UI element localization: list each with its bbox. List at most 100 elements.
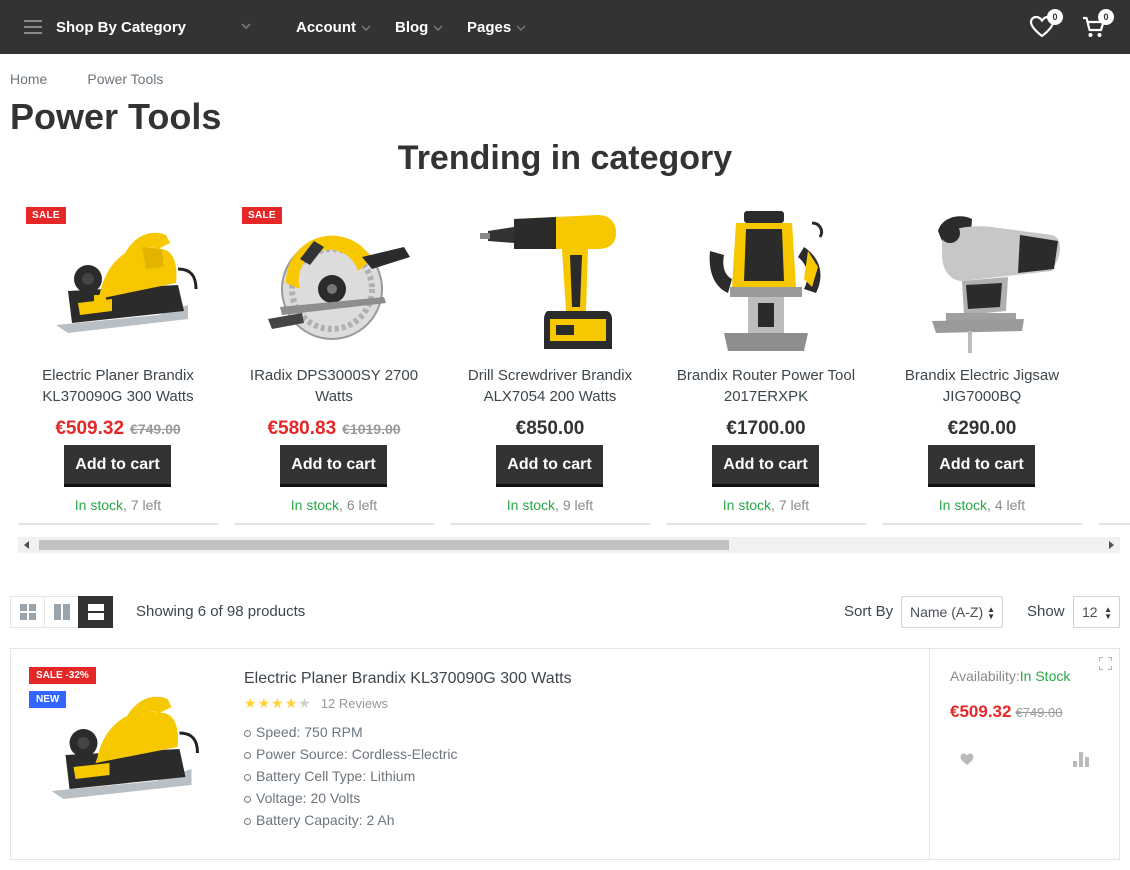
nav-blog-label: Blog <box>395 18 429 36</box>
add-to-cart-button[interactable]: Add to cart <box>928 445 1035 487</box>
product-card: Brandix Electric Jigsaw JIG7000BQ €290.0… <box>882 197 1082 525</box>
heart-icon[interactable] <box>960 753 974 766</box>
router-power-tool-image[interactable] <box>686 207 846 357</box>
product-price: €290.00 <box>882 418 1082 440</box>
products-count-text: Showing 6 of 98 products <box>136 603 306 620</box>
old-price: €1019.00 <box>342 421 401 437</box>
add-to-cart-button[interactable]: Add to cart <box>496 445 603 487</box>
column-divider <box>929 649 930 859</box>
compare-icon[interactable] <box>1073 752 1089 767</box>
star-filled-icon: ★ <box>244 695 257 711</box>
product-card: SALE Electric Planer Brandix KL370090G 3… <box>18 197 218 525</box>
carousel-scrollbar[interactable] <box>18 537 1120 553</box>
nav-pages[interactable]: Pages <box>467 0 526 54</box>
breadcrumb: Home Power Tools <box>10 71 163 87</box>
nav-blog[interactable]: Blog <box>395 0 443 54</box>
stock-left-label: , 4 left <box>987 497 1026 513</box>
stock-left-label: , 9 left <box>555 497 594 513</box>
sale-badge: SALE <box>26 207 66 224</box>
product-name[interactable]: Brandix Electric Jigsaw JIG7000BQ <box>882 365 1082 407</box>
stock-status-label: In stock <box>722 497 772 513</box>
breadcrumb-current: Power Tools <box>87 71 164 87</box>
feature-item: Voltage: 20 Volts <box>244 787 458 809</box>
product-card: SALE IRadix DPS3000SY 2700 Watts €580.83… <box>234 197 434 525</box>
price: €290.00 <box>947 418 1017 439</box>
stock-left-label: , 6 left <box>339 497 378 513</box>
star-filled-icon: ★ <box>257 695 271 711</box>
wishlist-count-badge: 0 <box>1047 9 1063 25</box>
availability-label: Availability: <box>950 668 1020 684</box>
page-title: Power Tools <box>10 96 222 137</box>
nav-pages-label: Pages <box>467 18 512 36</box>
nav-account[interactable]: Account <box>296 0 371 54</box>
electric-planer-image[interactable] <box>38 207 198 357</box>
sale-price: €580.83 <box>267 418 337 439</box>
scrollbar-thumb[interactable] <box>39 540 729 550</box>
product-price: €509.32 €749.00 <box>18 418 218 440</box>
electric-planer-image[interactable] <box>37 693 202 813</box>
product-price: €509.32 €749.00 <box>950 702 1062 722</box>
product-price: €580.83 €1019.00 <box>234 418 434 440</box>
product-name[interactable]: Electric Planer Brandix KL370090G 300 Wa… <box>244 670 572 688</box>
feature-item: Battery Cell Type: Lithium <box>244 765 458 787</box>
sort-select[interactable]: Name (A-Z) ▲ ▼ <box>901 596 1003 628</box>
menu-icon <box>24 20 42 34</box>
add-to-cart-button[interactable]: Add to cart <box>64 445 171 487</box>
scroll-left-arrow-icon[interactable] <box>24 541 29 549</box>
product-card: Brandix Router Power Tool 2017ERXPK €170… <box>666 197 866 525</box>
stock-status: In stock, 6 left <box>234 497 434 513</box>
wishlist-button[interactable]: 0 <box>1029 9 1063 42</box>
trending-section-title: Trending in category <box>397 139 733 177</box>
add-to-cart-button[interactable]: Add to cart <box>712 445 819 487</box>
product-card: Drill Screwdriver Brandix ALX7054 200 Wa… <box>450 197 650 525</box>
star-filled-icon: ★ <box>271 695 284 711</box>
select-arrows-icon: ▲ ▼ <box>987 605 995 621</box>
sort-label: Sort By <box>844 603 894 620</box>
product-price: €850.00 <box>450 418 650 440</box>
sale-price: €509.32 <box>55 418 125 439</box>
availability: Availability:In Stock <box>950 668 1070 684</box>
price: €850.00 <box>515 418 585 439</box>
chevron-down-icon <box>516 25 526 31</box>
circular-saw-image[interactable] <box>254 207 414 357</box>
columns-icon <box>53 604 70 620</box>
product-card-partial <box>1099 197 1130 525</box>
stock-status-label: In stock <box>506 497 556 513</box>
per-page-select[interactable]: 12 ▲ ▼ <box>1073 596 1120 628</box>
top-navbar: Shop By Category Account Blog Pages 0 0 <box>0 0 1130 54</box>
reviews-count[interactable]: 12 Reviews <box>321 696 388 711</box>
breadcrumb-home[interactable]: Home <box>10 71 47 87</box>
scroll-right-arrow-icon[interactable] <box>1109 541 1114 549</box>
add-to-cart-button[interactable]: Add to cart <box>280 445 387 487</box>
shop-by-category-button[interactable]: Shop By Category <box>0 0 270 54</box>
feature-item: Battery Capacity: 2 Ah <box>244 809 458 831</box>
view-grid-large-button[interactable] <box>44 596 79 628</box>
select-arrows-icon: ▲ ▼ <box>1104 605 1112 621</box>
chevron-down-icon <box>241 23 251 30</box>
chevron-down-icon <box>433 25 443 31</box>
nav-account-label: Account <box>296 18 356 36</box>
drill-screwdriver-image[interactable] <box>470 207 630 357</box>
old-price: €749.00 <box>1015 705 1063 720</box>
new-badge: NEW <box>29 691 67 708</box>
product-name[interactable]: Brandix Router Power Tool 2017ERXPK <box>666 365 866 407</box>
star-filled-icon: ★ <box>284 695 298 711</box>
price: €1700.00 <box>726 418 806 439</box>
product-name[interactable]: IRadix DPS3000SY 2700 Watts <box>234 365 434 407</box>
feature-item: Power Source: Cordless-Electric <box>244 743 458 765</box>
sort-select-value: Name (A-Z) <box>910 604 984 620</box>
view-grid-button[interactable] <box>10 596 45 628</box>
availability-value: In Stock <box>1019 668 1071 684</box>
cart-button[interactable]: 0 <box>1081 9 1114 42</box>
electric-jigsaw-image[interactable] <box>902 207 1062 357</box>
cart-count-badge: 0 <box>1098 9 1114 25</box>
show-label: Show <box>1027 603 1065 620</box>
stock-status: In stock, 7 left <box>666 497 866 513</box>
view-mode-switcher <box>10 596 113 628</box>
product-name[interactable]: Drill Screwdriver Brandix ALX7054 200 Wa… <box>450 365 650 407</box>
old-price: €749.00 <box>130 421 181 437</box>
product-name[interactable]: Electric Planer Brandix KL370090G 300 Wa… <box>18 365 218 407</box>
quickview-expand-icon[interactable] <box>1099 657 1112 670</box>
view-list-button[interactable] <box>78 596 113 628</box>
stock-status: In stock, 7 left <box>18 497 218 513</box>
